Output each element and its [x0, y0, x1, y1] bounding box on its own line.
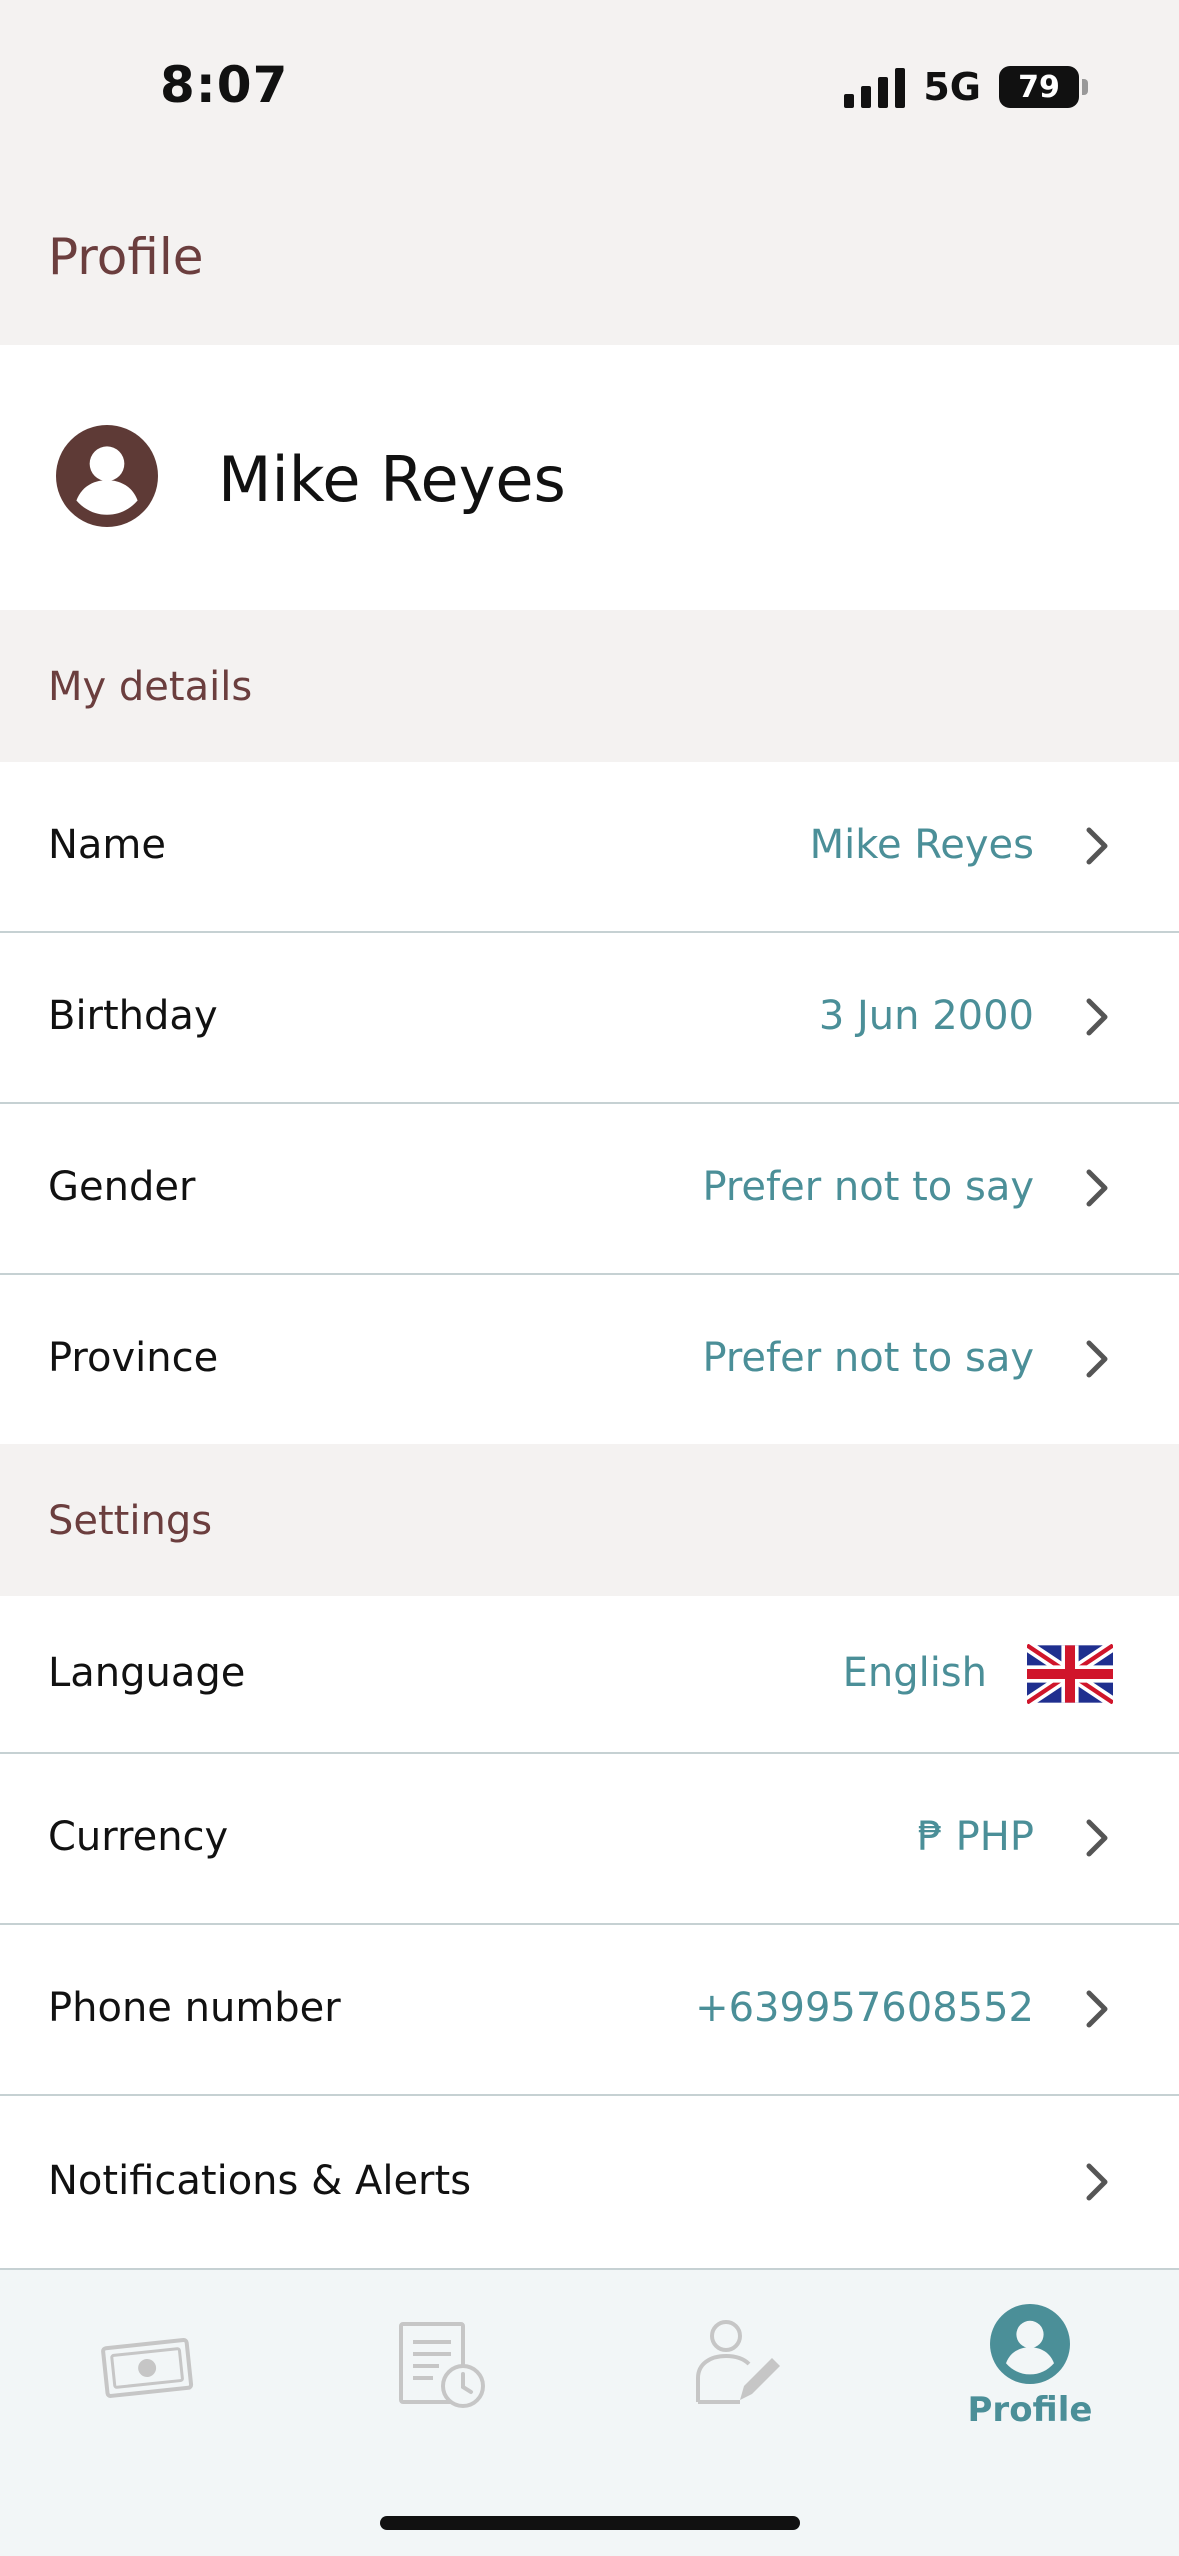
network-type: 5G [923, 65, 981, 109]
chevron-right-icon [1086, 827, 1108, 865]
row-label: Notifications & Alerts [48, 2158, 472, 2204]
row-value: English [842, 1650, 987, 1696]
section-title: My details [48, 664, 253, 710]
row-birthday[interactable]: Birthday 3 Jun 2000 [0, 933, 1179, 1104]
profile-icon [990, 2304, 1070, 2384]
tab-profile[interactable]: Profile [930, 2300, 1130, 2480]
row-label: Language [48, 1650, 246, 1696]
chevron-right-icon [1086, 1990, 1108, 2028]
row-notifications-alerts[interactable]: Notifications & Alerts [0, 2096, 1179, 2270]
row-value: ₱ PHP [917, 1814, 1034, 1860]
section-header-settings: Settings [0, 1444, 1179, 1596]
uk-flag-icon [1027, 1644, 1113, 1704]
battery-level: 79 [1018, 69, 1060, 105]
page-title: Profile [48, 228, 204, 286]
tab-bar: Profile [0, 2270, 1179, 2556]
row-label: Phone number [48, 1985, 341, 2031]
tab-label: Profile [967, 2390, 1093, 2430]
row-language[interactable]: Language English [0, 1596, 1179, 1754]
user-circle-icon [56, 425, 158, 527]
chevron-right-icon [1086, 1340, 1108, 1378]
status-time: 8:07 [160, 56, 289, 114]
section-title: Settings [48, 1498, 213, 1544]
row-province[interactable]: Province Prefer not to say [0, 1275, 1179, 1444]
signal-icon [844, 66, 906, 108]
row-value: Mike Reyes [809, 822, 1034, 868]
row-currency[interactable]: Currency ₱ PHP [0, 1754, 1179, 1925]
section-header-my-details: My details [0, 610, 1179, 762]
edit-profile-icon [696, 2320, 780, 2404]
profile-name: Mike Reyes [218, 443, 566, 516]
row-label: Birthday [48, 993, 218, 1039]
row-label: Gender [48, 1164, 196, 1210]
row-value: Prefer not to say [702, 1164, 1034, 1210]
chevron-right-icon [1086, 1169, 1108, 1207]
row-label: Name [48, 822, 167, 868]
tab-history[interactable] [341, 2300, 541, 2480]
profile-card: Mike Reyes [0, 345, 1179, 610]
row-label: Currency [48, 1814, 229, 1860]
status-indicators: 5G 79 [844, 62, 1088, 112]
row-label: Province [48, 1335, 219, 1381]
row-value: Prefer not to say [702, 1335, 1034, 1381]
chevron-right-icon [1086, 1819, 1108, 1857]
row-value: +639957608552 [695, 1985, 1034, 2031]
row-gender[interactable]: Gender Prefer not to say [0, 1104, 1179, 1275]
row-value: 3 Jun 2000 [818, 993, 1034, 1039]
history-icon [399, 2322, 485, 2408]
tab-edit-profile[interactable] [636, 2300, 836, 2480]
row-name[interactable]: Name Mike Reyes [0, 762, 1179, 933]
status-bar: 8:07 5G 79 [0, 0, 1179, 170]
battery-icon: 79 [999, 66, 1088, 108]
row-phone-number[interactable]: Phone number +639957608552 [0, 1925, 1179, 2096]
tab-money[interactable] [47, 2300, 247, 2480]
chevron-right-icon [1086, 998, 1108, 1036]
money-icon [101, 2338, 194, 2398]
chevron-right-icon [1086, 2163, 1108, 2201]
home-indicator [380, 2516, 800, 2530]
